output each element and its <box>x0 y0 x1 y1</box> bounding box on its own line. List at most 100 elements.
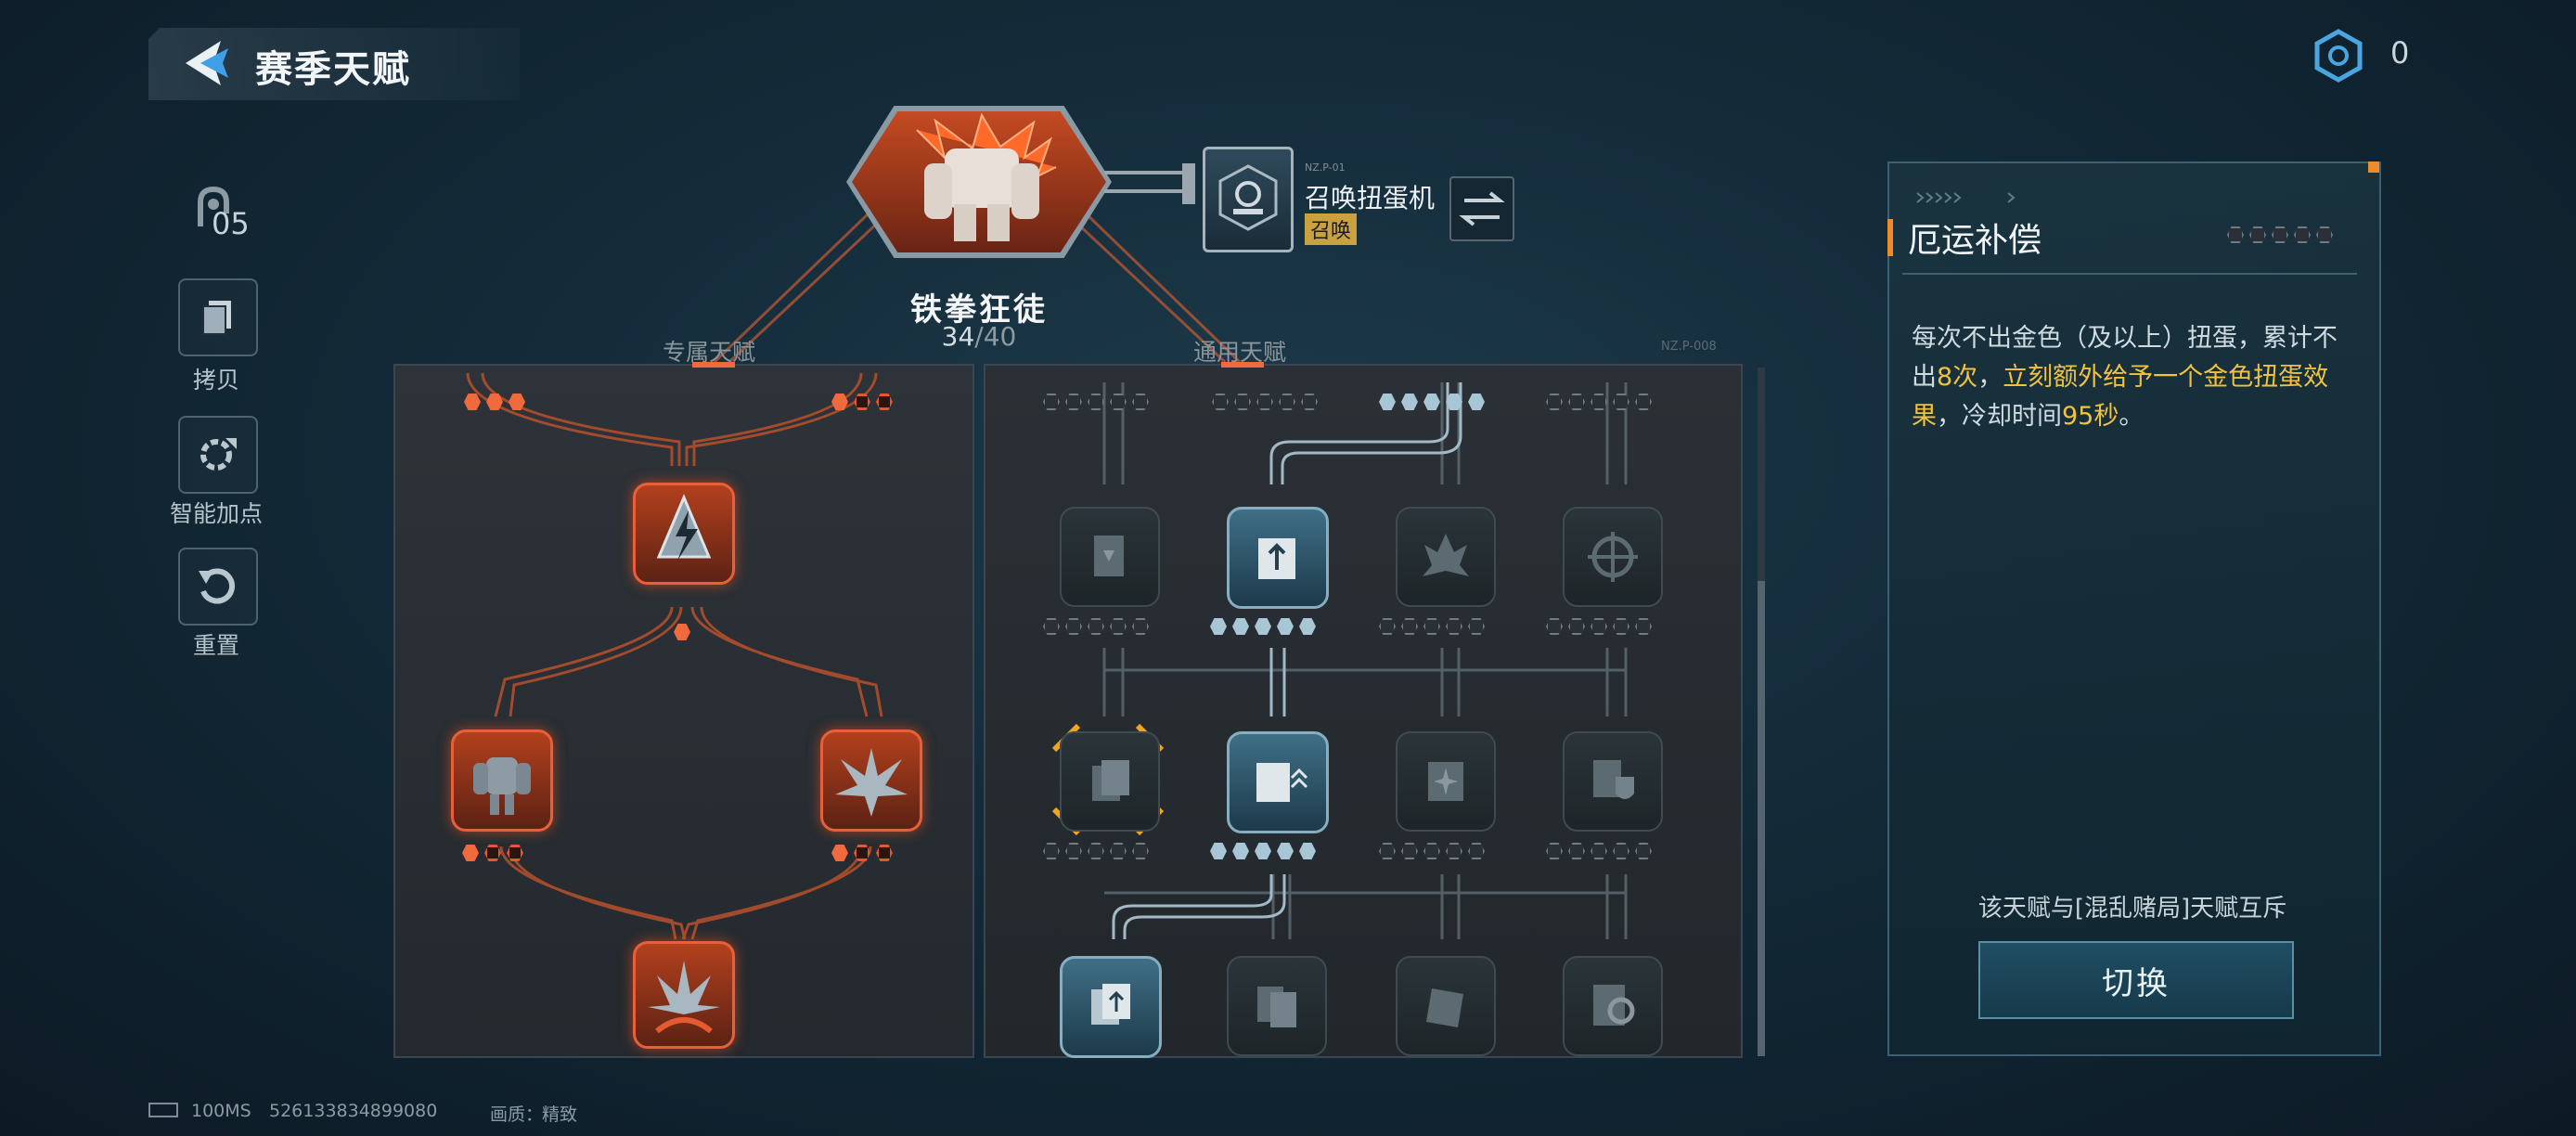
exclusive-talent-node-left[interactable] <box>451 729 553 832</box>
rank-dot-filled <box>1210 618 1227 635</box>
desc-highlight-1: 8次 <box>1937 363 1978 392</box>
quality-label: 画质： <box>490 1104 544 1125</box>
rank-dot-empty <box>1132 394 1149 410</box>
rank-dot-empty <box>1043 843 1060 859</box>
rank-dot-empty <box>2249 226 2266 243</box>
talent-points-value: 05 <box>212 206 250 241</box>
rank-dot-empty <box>1043 394 1060 410</box>
rank-dot-empty <box>1212 394 1229 410</box>
rank-dot-empty <box>1635 843 1652 859</box>
general-r2-dots-1 <box>1043 843 1149 859</box>
detail-description: 每次不出金色（及以上）扭蛋，累计不出8次，立刻额外给予一个金色扭蛋效果，冷却时间… <box>1912 319 2348 436</box>
general-talent-node-r1c4[interactable] <box>1563 507 1663 607</box>
general-talent-node-r1c2[interactable] <box>1227 507 1329 609</box>
rank-dot-filled <box>1277 843 1294 859</box>
detail-title: 厄运补偿 <box>1908 222 2042 260</box>
rank-dot-empty <box>1613 394 1629 410</box>
summon-name: 召唤扭蛋机 <box>1305 183 1436 213</box>
general-talent-node-r3c2[interactable] <box>1227 956 1327 1056</box>
general-talent-node-r2c2[interactable] <box>1227 731 1329 833</box>
lightning-strike-icon <box>656 494 712 561</box>
general-panel-code: NZ.P-008 <box>1661 340 1717 354</box>
rank-dot-filled <box>1232 618 1249 635</box>
rank-dot-filled <box>509 394 525 410</box>
detail-rank-dots <box>2227 226 2333 243</box>
general-talent-node-r3c4[interactable] <box>1563 956 1663 1056</box>
card-spark-icon <box>1428 762 1463 801</box>
rank-dot-empty <box>1568 843 1585 859</box>
desc-text-3: ，冷却时间 <box>1937 402 2062 431</box>
rank-dot-empty <box>1423 618 1440 635</box>
rank-dot-empty <box>1446 618 1462 635</box>
general-talent-node-r3c1[interactable] <box>1060 956 1162 1058</box>
copy-label: 拷贝 <box>192 367 239 394</box>
rank-dot-filled <box>1277 618 1294 635</box>
rank-dot-filled <box>674 624 690 640</box>
rank-dot-empty <box>1088 394 1104 410</box>
rank-dot-empty <box>1401 843 1418 859</box>
rank-dot-empty <box>1591 843 1607 859</box>
desc-text-4: 。 <box>2119 402 2145 431</box>
rank-dot-empty <box>1546 618 1563 635</box>
general-talent-node-r2c4[interactable] <box>1563 731 1663 832</box>
rank-dot-empty <box>1591 394 1607 410</box>
auto-assign-button[interactable] <box>178 416 258 494</box>
exclusive-talent-node-bottom[interactable] <box>633 941 735 1049</box>
rank-dot-empty <box>2272 226 2288 243</box>
general-talent-node-r1c1[interactable] <box>1060 507 1160 607</box>
rank-dot-filled <box>1232 843 1249 859</box>
general-r2-dots-3 <box>1379 843 1485 859</box>
hero-progress-max: /40 <box>974 321 1017 352</box>
rank-dot-empty <box>1546 394 1563 410</box>
rank-dot-filled <box>1210 843 1227 859</box>
copy-button[interactable] <box>178 278 258 356</box>
rank-dot-empty <box>1279 394 1295 410</box>
rank-dot-empty <box>2316 226 2333 243</box>
reset-button[interactable] <box>178 548 258 626</box>
rank-dot-empty <box>1613 843 1629 859</box>
network-icon <box>148 1101 180 1124</box>
rank-dot-empty <box>854 394 870 410</box>
rank-dot-filled <box>1299 843 1316 859</box>
rank-dot-empty <box>1468 618 1485 635</box>
exclusive-top-left-dots <box>464 394 525 410</box>
general-top-dots-4 <box>1546 394 1652 410</box>
back-arrow-icon[interactable] <box>176 35 232 91</box>
reset-label: 重置 <box>192 632 239 659</box>
rank-dot-empty <box>1256 394 1273 410</box>
summon-gacha-card[interactable] <box>1203 147 1294 252</box>
rank-dot-empty <box>1379 618 1396 635</box>
switch-button[interactable]: 切换 <box>1978 941 2294 1019</box>
general-talent-node-r2c1-selected[interactable] <box>1060 731 1160 832</box>
rank-dot-empty <box>1234 394 1251 410</box>
auto-assign-icon <box>200 438 237 471</box>
rank-dot-filled <box>1255 618 1271 635</box>
card-swap-icon <box>1257 987 1296 1027</box>
rank-dot-empty <box>507 845 523 861</box>
rank-dot-empty <box>1613 618 1629 635</box>
rank-dot-empty <box>1088 843 1104 859</box>
exclusive-right-node-dots <box>831 845 893 861</box>
general-r1-dots-2 <box>1210 618 1316 635</box>
general-talent-node-r1c3[interactable] <box>1396 507 1496 607</box>
summon-tag: 召唤 <box>1305 213 1358 245</box>
rank-dot-empty <box>484 845 501 861</box>
rank-dot-empty <box>1065 843 1082 859</box>
rank-dot-filled <box>1468 394 1485 410</box>
general-r2-dots-4 <box>1546 843 1652 859</box>
exclusive-left-node-dots <box>462 845 523 861</box>
exclusive-talent-node-right[interactable] <box>820 729 922 832</box>
swap-summon-button[interactable] <box>1449 176 1514 241</box>
general-top-dots-2 <box>1212 394 1318 410</box>
detail-header-chevrons <box>1916 192 2016 203</box>
rank-dot-empty <box>1468 843 1485 859</box>
scrollbar-thumb[interactable] <box>1758 581 1765 1056</box>
rank-dot-empty <box>1110 394 1127 410</box>
rank-dot-empty <box>1110 843 1127 859</box>
card-upgrade-icon <box>1258 538 1295 579</box>
hero-portrait[interactable] <box>852 111 1106 252</box>
card-shield-icon <box>1593 760 1634 799</box>
general-talent-node-r3c3[interactable] <box>1396 956 1496 1056</box>
exclusive-talent-node-top[interactable] <box>633 483 735 585</box>
general-talent-node-r2c3[interactable] <box>1396 731 1496 832</box>
